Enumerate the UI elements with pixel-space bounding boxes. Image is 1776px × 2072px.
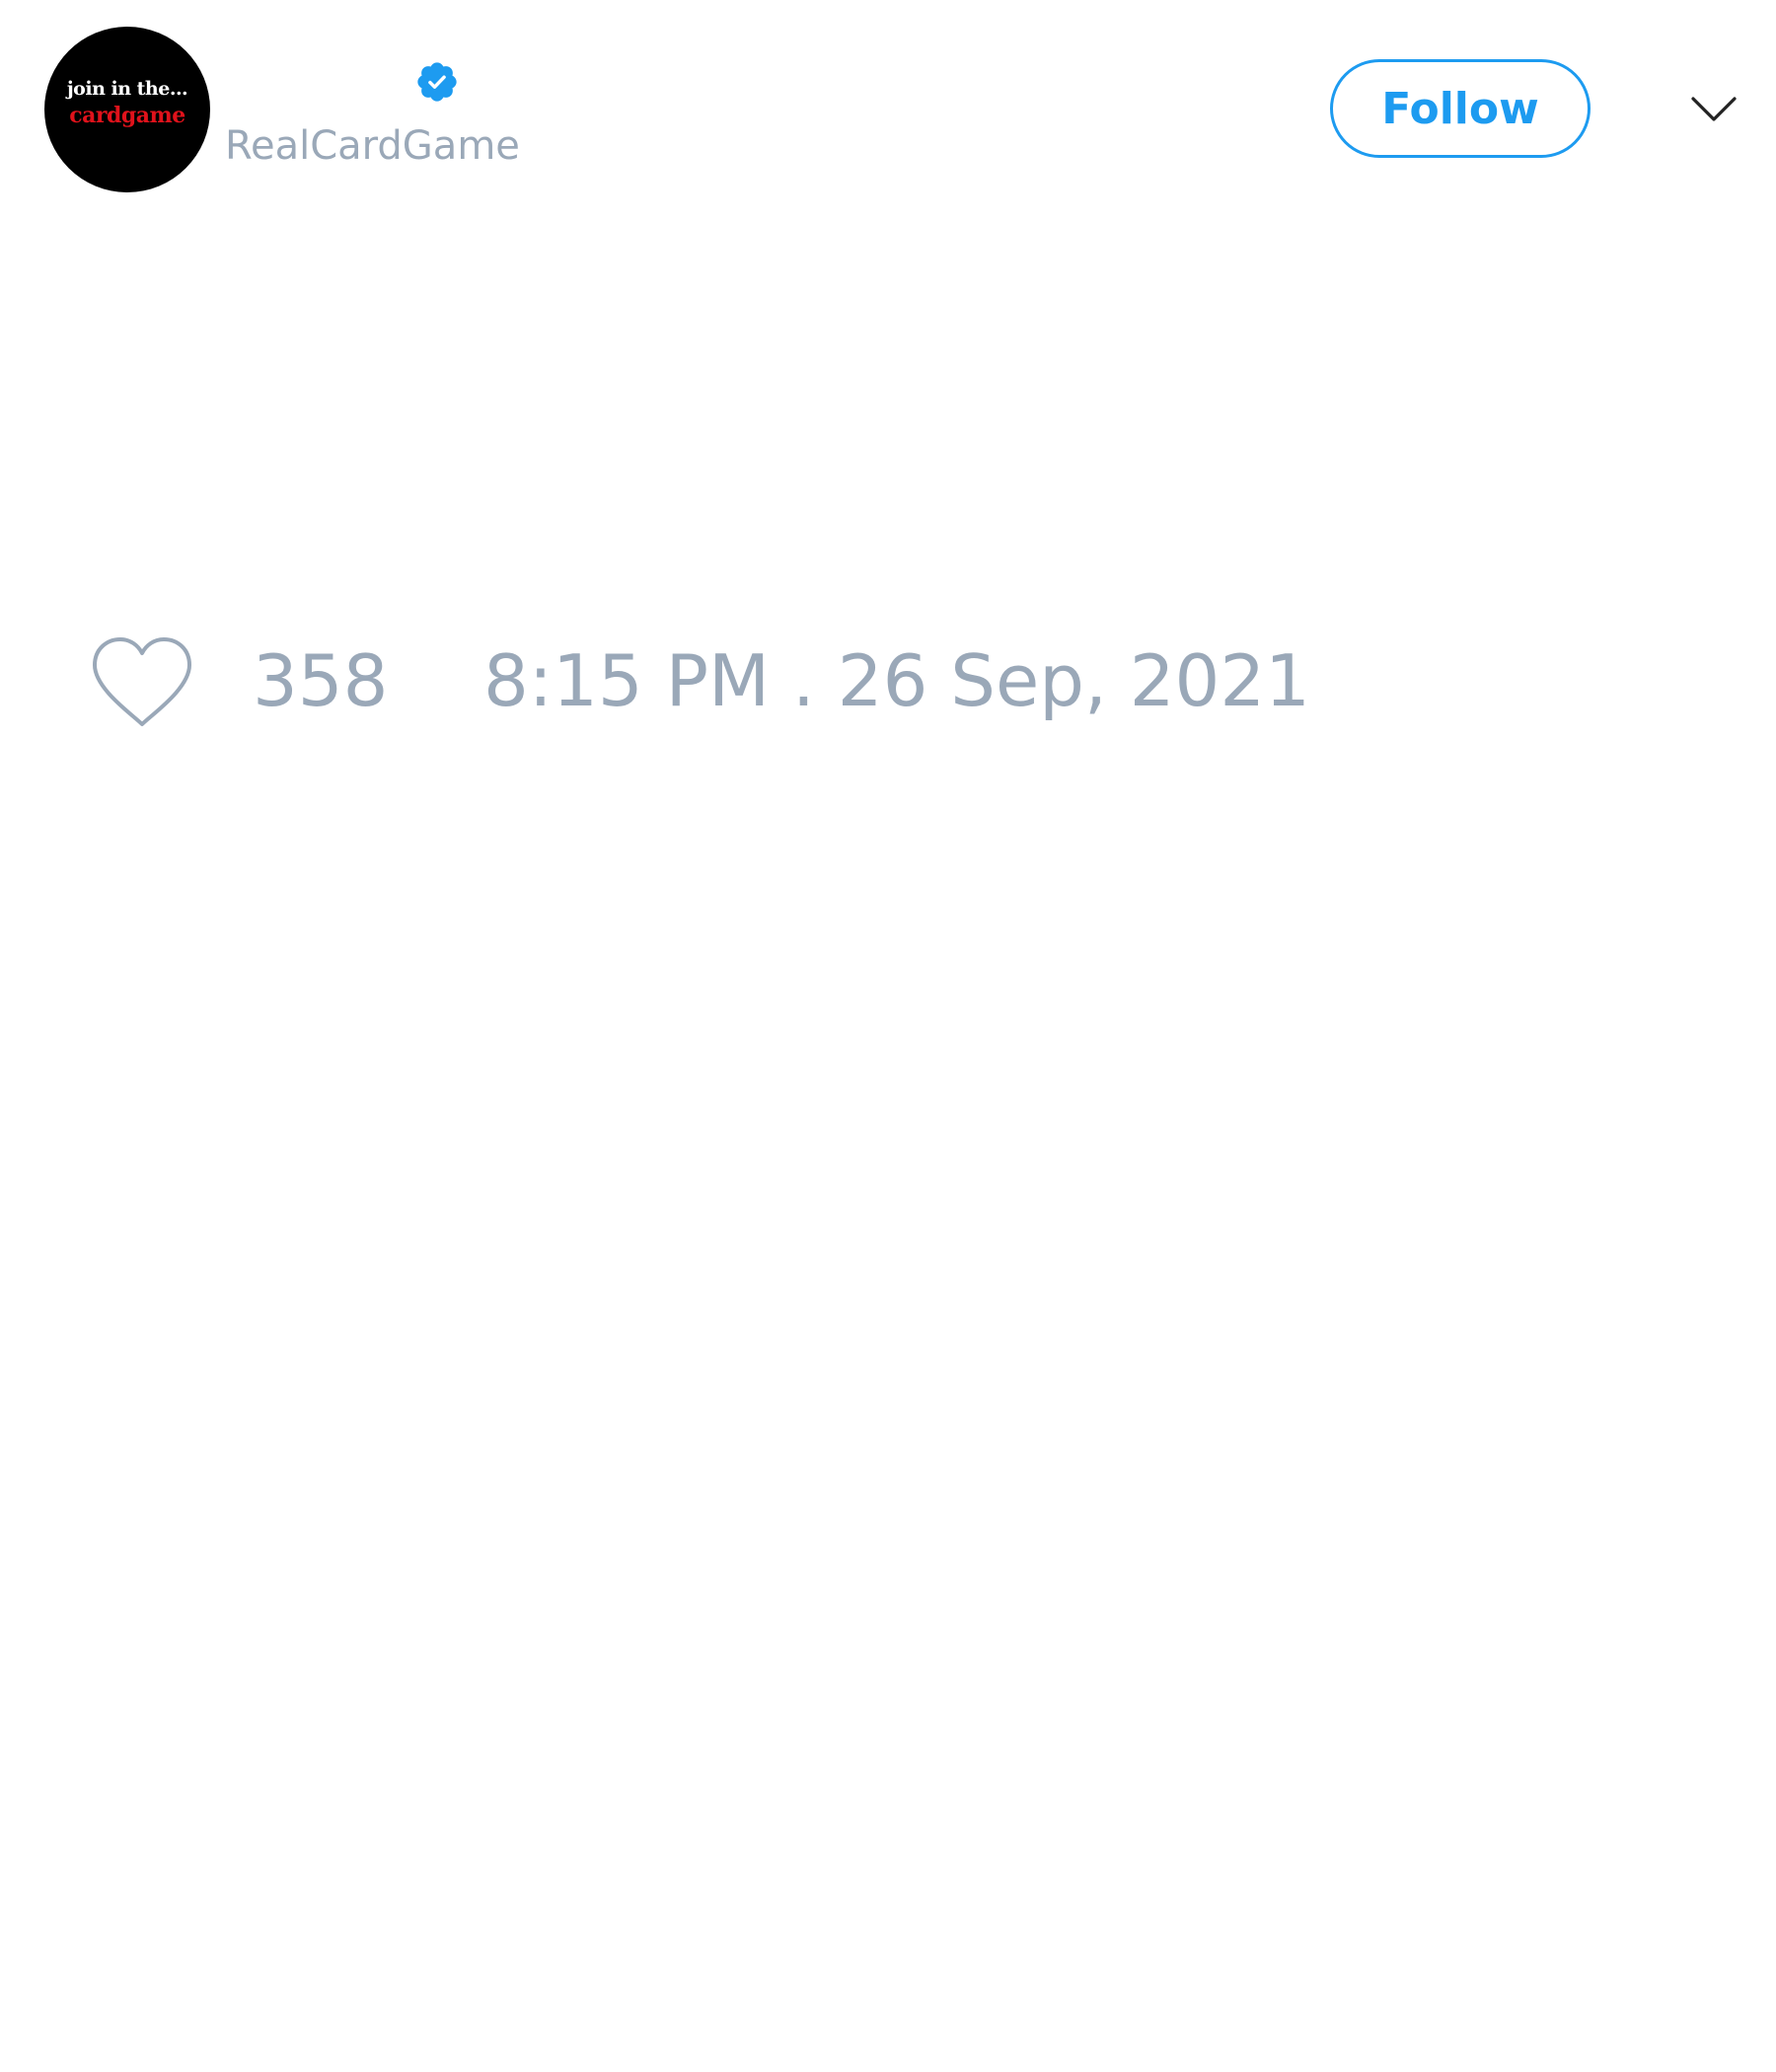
tweet-meta: 358 8:15 PM . 26 Sep, 2021 — [0, 612, 1776, 740]
follow-button[interactable]: Follow — [1330, 59, 1591, 158]
avatar-text-top: join in the... — [66, 78, 188, 100]
account-handle[interactable]: RealCardGame — [225, 126, 520, 166]
avatar[interactable]: join in the... cardgame — [44, 27, 210, 192]
like-count: 358 — [253, 639, 389, 722]
tweet-header: join in the... cardgame RealCardGame Fol… — [0, 0, 1776, 237]
verified-badge-icon — [417, 62, 457, 102]
chevron-down-icon[interactable] — [1689, 89, 1739, 130]
heart-icon[interactable] — [89, 633, 195, 732]
avatar-text-bottom: cardgame — [69, 103, 185, 128]
tweet-timestamp[interactable]: 8:15 PM . 26 Sep, 2021 — [483, 645, 1310, 716]
